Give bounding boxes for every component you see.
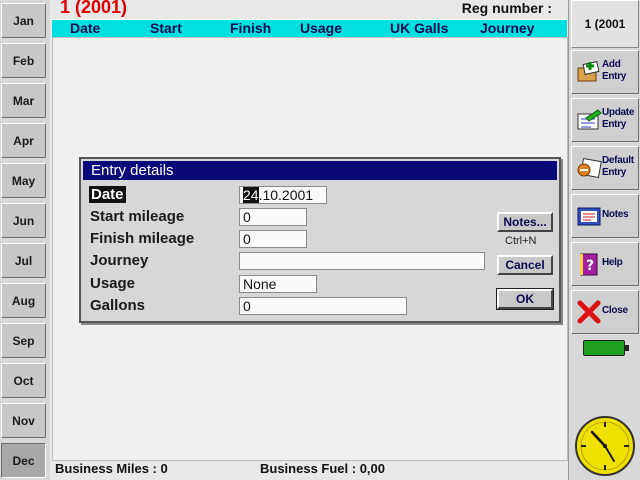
column-header-bar: Date Start Finish Usage UK Galls Journey <box>52 19 567 38</box>
business-miles: Business Miles : 0 <box>55 461 168 476</box>
toolbar-year-label: 1 (2001 <box>571 0 639 48</box>
month-tab-aug[interactable]: Aug <box>1 283 46 318</box>
date-label: Date <box>89 186 126 203</box>
update-entry-icon <box>577 109 602 130</box>
month-strip: Jan Feb Mar Apr May Jun Jul Aug Sep Oct … <box>0 0 50 480</box>
battery-icon <box>583 340 629 356</box>
clock-icon <box>575 416 635 476</box>
month-tab-apr[interactable]: Apr <box>1 123 46 158</box>
journey-field[interactable] <box>239 252 485 270</box>
month-tab-jul[interactable]: Jul <box>1 243 46 278</box>
month-tab-dec[interactable]: Dec <box>1 443 46 478</box>
column-journey[interactable]: Journey <box>480 20 534 36</box>
month-tab-sep[interactable]: Sep <box>1 323 46 358</box>
month-tab-feb[interactable]: Feb <box>1 43 46 78</box>
date-field[interactable]: 24.10.2001 <box>239 186 327 204</box>
finish-mileage-field[interactable]: 0 <box>239 230 307 248</box>
default-entry-button[interactable]: Default Entry <box>571 146 639 190</box>
start-mileage-field[interactable]: 0 <box>239 208 307 226</box>
default-entry-icon <box>577 157 602 179</box>
help-book-icon: ? <box>580 253 598 276</box>
column-finish[interactable]: Finish <box>230 20 271 36</box>
date-rest-segment: .10.2001 <box>258 187 314 203</box>
toolbar: 1 (2001 Add Entry Update Entry Default E… <box>568 0 640 480</box>
start-mileage-label: Start mileage <box>90 208 185 225</box>
journey-label: Journey <box>90 252 149 269</box>
reg-number-label: Reg number : <box>461 0 552 16</box>
add-entry-icon <box>577 61 600 82</box>
month-tab-jun[interactable]: Jun <box>1 203 46 238</box>
notes-toolbar-button[interactable]: Notes <box>571 194 639 238</box>
notes-button[interactable]: Notes... <box>497 212 553 232</box>
add-entry-label: Add Entry <box>602 59 627 82</box>
add-entry-button[interactable]: Add Entry <box>571 50 639 94</box>
close-icon <box>577 300 601 324</box>
notes-toolbar-label: Notes <box>602 209 629 220</box>
gallons-label: Gallons <box>90 297 146 314</box>
month-tab-nov[interactable]: Nov <box>1 403 46 438</box>
cancel-button[interactable]: Cancel <box>497 255 553 275</box>
gallons-field[interactable]: 0 <box>239 297 407 315</box>
dialog-title: Entry details <box>83 161 557 180</box>
close-label: Close <box>602 305 628 316</box>
finish-mileage-label: Finish mileage <box>90 230 195 247</box>
column-uk-galls[interactable]: UK Galls <box>390 20 448 36</box>
close-button[interactable]: Close <box>571 290 639 334</box>
help-label: Help <box>602 257 623 268</box>
business-fuel: Business Fuel : 0,00 <box>260 461 385 476</box>
usage-select[interactable]: None <box>239 275 317 293</box>
vehicle-title: 1 (2001) <box>60 0 128 17</box>
notes-shortcut-hint: Ctrl+N <box>505 235 537 247</box>
svg-text:?: ? <box>586 258 594 274</box>
help-button[interactable]: ? Help <box>571 242 639 286</box>
ok-button[interactable]: OK <box>496 288 554 310</box>
column-usage[interactable]: Usage <box>300 20 342 36</box>
month-tab-mar[interactable]: Mar <box>1 83 46 118</box>
column-start[interactable]: Start <box>150 20 182 36</box>
date-day-segment[interactable]: 24 <box>243 187 259 203</box>
default-entry-label: Default Entry <box>602 155 634 178</box>
entry-details-dialog: Entry details Date 24.10.2001 Start mile… <box>79 157 561 323</box>
month-tab-jan[interactable]: Jan <box>1 3 46 38</box>
usage-label: Usage <box>90 275 136 292</box>
column-date[interactable]: Date <box>70 20 100 36</box>
notes-icon <box>577 207 601 226</box>
month-tab-may[interactable]: May <box>1 163 46 198</box>
update-entry-button[interactable]: Update Entry <box>571 98 639 142</box>
month-tab-oct[interactable]: Oct <box>1 363 46 398</box>
update-entry-label: Update Entry <box>602 107 635 130</box>
